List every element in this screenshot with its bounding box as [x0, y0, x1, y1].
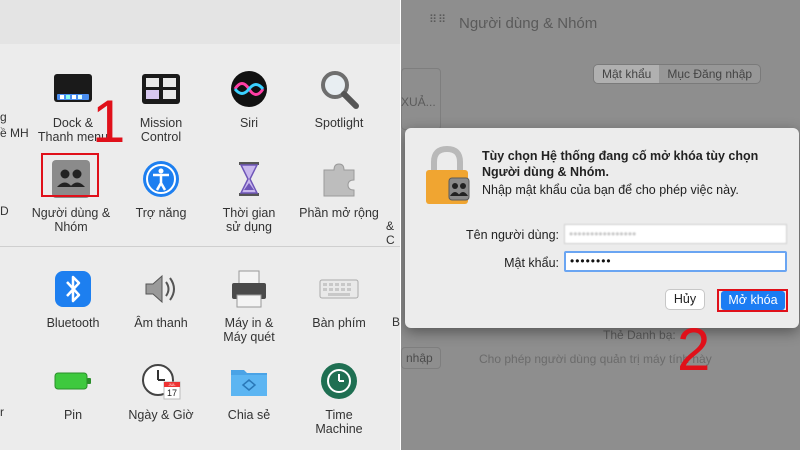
cut-label: D: [0, 204, 9, 218]
pref-extensions[interactable]: Phần mở rộng: [294, 158, 384, 220]
background-text: Thẻ Danh bạ:: [603, 328, 676, 342]
step-number-2: 2: [677, 316, 711, 383]
background-button: nhập: [401, 347, 441, 369]
pref-bluetooth[interactable]: Bluetooth: [28, 268, 118, 330]
accessibility-icon: [143, 161, 179, 197]
username-field[interactable]: ••••••••••••••••: [564, 224, 787, 244]
grid-icon: ⠿⠿: [429, 14, 448, 26]
step-number-1: 1: [92, 88, 126, 155]
pref-label: Pin: [63, 408, 83, 422]
hourglass-icon: [239, 162, 259, 196]
spotlight-icon: [321, 71, 359, 109]
printer-icon: [232, 270, 266, 308]
clock-calendar-icon: JUL 17: [142, 364, 181, 400]
window-title: Người dùng & Nhóm: [459, 15, 598, 32]
pref-label: Spotlight: [314, 116, 364, 130]
pref-label: Ngày & Giờ: [128, 408, 194, 422]
password-label: Mật khẩu:: [504, 256, 559, 270]
pref-label: Máy in & Máy quét: [223, 316, 275, 344]
cancel-button[interactable]: Hủy: [665, 289, 705, 310]
tab-login-items[interactable]: Mục Đăng nhập: [659, 65, 760, 83]
divider: [0, 246, 400, 247]
pref-sound[interactable]: Âm thanh: [116, 268, 206, 330]
pref-label: Trợ năng: [135, 206, 187, 220]
pref-label: Âm thanh: [134, 316, 188, 330]
background-text: XUẢ...: [401, 95, 436, 109]
pref-keyboard[interactable]: Bàn phím: [294, 268, 384, 330]
pref-sharing[interactable]: Chia sẻ: [204, 360, 294, 422]
lock-icon: [426, 145, 470, 204]
cut-label: r: [0, 405, 4, 419]
pref-printers[interactable]: Máy in & Máy quét: [204, 268, 294, 344]
dialog-title: Tùy chọn Hệ thống đang cố mở khóa tùy ch…: [482, 149, 759, 179]
calendar-day: 17: [167, 388, 177, 398]
pref-time-machine[interactable]: Time Machine: [294, 360, 384, 436]
cut-label: & C: [386, 219, 395, 247]
pref-label: Bluetooth: [46, 316, 100, 330]
pref-siri[interactable]: Siri: [204, 68, 294, 130]
toolbar: [0, 0, 400, 44]
highlight-unlock-button: [717, 289, 788, 312]
username-label: Tên người dùng:: [465, 228, 559, 242]
bluetooth-icon: [55, 271, 91, 307]
pref-label: Chia sẻ: [227, 408, 271, 422]
speaker-icon: [145, 274, 175, 304]
keyboard-icon: [319, 279, 359, 299]
pref-label: Thời gian sử dụng: [222, 206, 276, 234]
time-machine-icon: [321, 363, 357, 399]
pref-label: Siri: [239, 116, 259, 130]
calendar-month: JUL: [168, 382, 176, 387]
system-preferences-panel: g ề MH D & C B r Dock & Thanh menu Missi…: [0, 0, 400, 450]
puzzle-icon: [323, 163, 355, 197]
mission-control-icon: [142, 74, 180, 104]
pref-label: Time Machine: [315, 408, 363, 436]
highlight-users-groups: [41, 153, 99, 197]
pref-label: Bàn phím: [312, 316, 366, 330]
pref-accessibility[interactable]: Trợ năng: [116, 158, 206, 220]
users-groups-window: ⠿⠿ Người dùng & Nhóm Mật khẩu Mục Đăng n…: [401, 0, 800, 450]
shared-folder-icon: [231, 370, 267, 396]
dialog-message: Nhập mật khẩu của bạn để cho phép việc n…: [482, 183, 739, 197]
pref-label: Người dùng & Nhóm: [31, 206, 111, 234]
dock-icon: [54, 74, 92, 102]
pref-screen-time[interactable]: Thời gian sử dụng: [204, 158, 294, 234]
unlock-dialog: Tùy chọn Hệ thống đang cố mở khóa tùy ch…: [405, 128, 799, 328]
password-field[interactable]: ••••••••: [564, 251, 787, 272]
pref-label: Phần mở rộng: [299, 206, 379, 220]
cut-label: ề MH: [0, 126, 29, 140]
siri-icon: [231, 71, 267, 107]
pref-mission-control[interactable]: Mission Control: [116, 68, 206, 144]
cut-label: B: [392, 315, 400, 329]
battery-icon: [54, 372, 91, 390]
cut-label: g: [0, 110, 7, 124]
pref-date-time[interactable]: JUL 17 Ngày & Giờ: [116, 360, 206, 422]
tab-password[interactable]: Mật khẩu: [594, 65, 660, 83]
pref-spotlight[interactable]: Spotlight: [294, 68, 384, 130]
tab-bar: Mật khẩu Mục Đăng nhập: [593, 64, 762, 84]
pref-label: Mission Control: [139, 116, 183, 144]
pref-battery[interactable]: Pin: [28, 360, 118, 422]
